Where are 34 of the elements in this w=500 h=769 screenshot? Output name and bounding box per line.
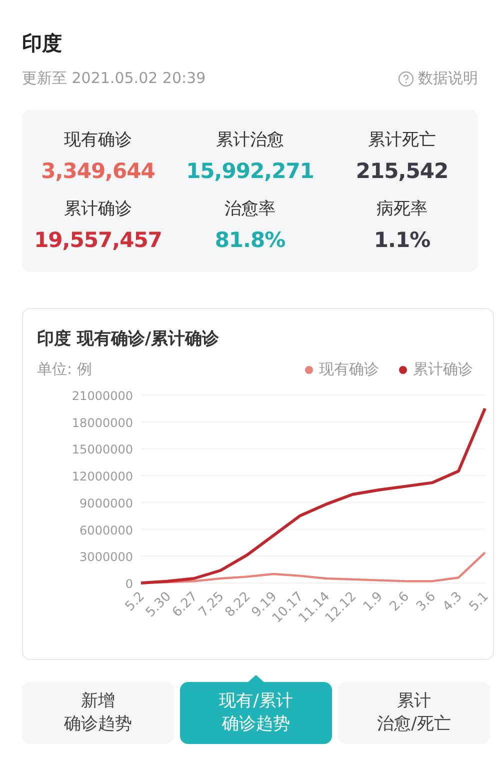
page-title: 印度 bbox=[22, 30, 62, 57]
y-tick-label: 9000000 bbox=[80, 496, 133, 510]
x-tick-label: 2.6 bbox=[387, 589, 412, 614]
y-tick-label: 15000000 bbox=[72, 442, 133, 457]
stat-value: 19,557,457 bbox=[34, 228, 162, 252]
unit-label: 单位: 例 bbox=[37, 360, 92, 379]
update-time: 更新至 2021.05.02 20:39 bbox=[22, 69, 206, 88]
help-icon bbox=[398, 70, 414, 86]
y-tick-label: 6000000 bbox=[80, 523, 133, 538]
stat-label: 累计治愈 bbox=[216, 129, 284, 151]
x-tick-label: 1.9 bbox=[360, 589, 386, 614]
stat-label: 累计死亡 bbox=[368, 129, 436, 151]
stat-value: 81.8% bbox=[214, 228, 286, 252]
stat-label: 现有确诊 bbox=[64, 129, 132, 151]
x-tick-label: 3.6 bbox=[414, 589, 439, 614]
y-tick-label: 0 bbox=[125, 577, 133, 591]
chart-title: 印度 现有确诊/累计确诊 bbox=[37, 328, 220, 350]
trend-tab[interactable]: 累计 治愈/死亡 bbox=[338, 682, 490, 744]
stat-label: 累计确诊 bbox=[64, 198, 132, 220]
stat-value: 3,349,644 bbox=[41, 159, 155, 183]
legend-label: 现有确诊 bbox=[319, 360, 379, 379]
trend-tab[interactable]: 新增 确诊趋势 bbox=[22, 682, 174, 744]
y-tick-label: 18000000 bbox=[72, 416, 133, 430]
x-tick-label: 4.3 bbox=[440, 589, 466, 614]
stat-label: 病死率 bbox=[376, 198, 428, 220]
y-tick-label: 12000000 bbox=[72, 470, 133, 484]
legend-label: 累计确诊 bbox=[413, 360, 473, 379]
y-tick-label: 3000000 bbox=[80, 550, 133, 564]
stat-value: 1.1% bbox=[374, 228, 430, 252]
stat-value: 215,542 bbox=[356, 159, 448, 183]
stat-value: 15,992,271 bbox=[186, 159, 314, 183]
stat-label: 治愈率 bbox=[224, 198, 276, 220]
y-tick-label: 21000000 bbox=[72, 389, 133, 403]
x-tick-label: 5.1 bbox=[466, 589, 492, 614]
